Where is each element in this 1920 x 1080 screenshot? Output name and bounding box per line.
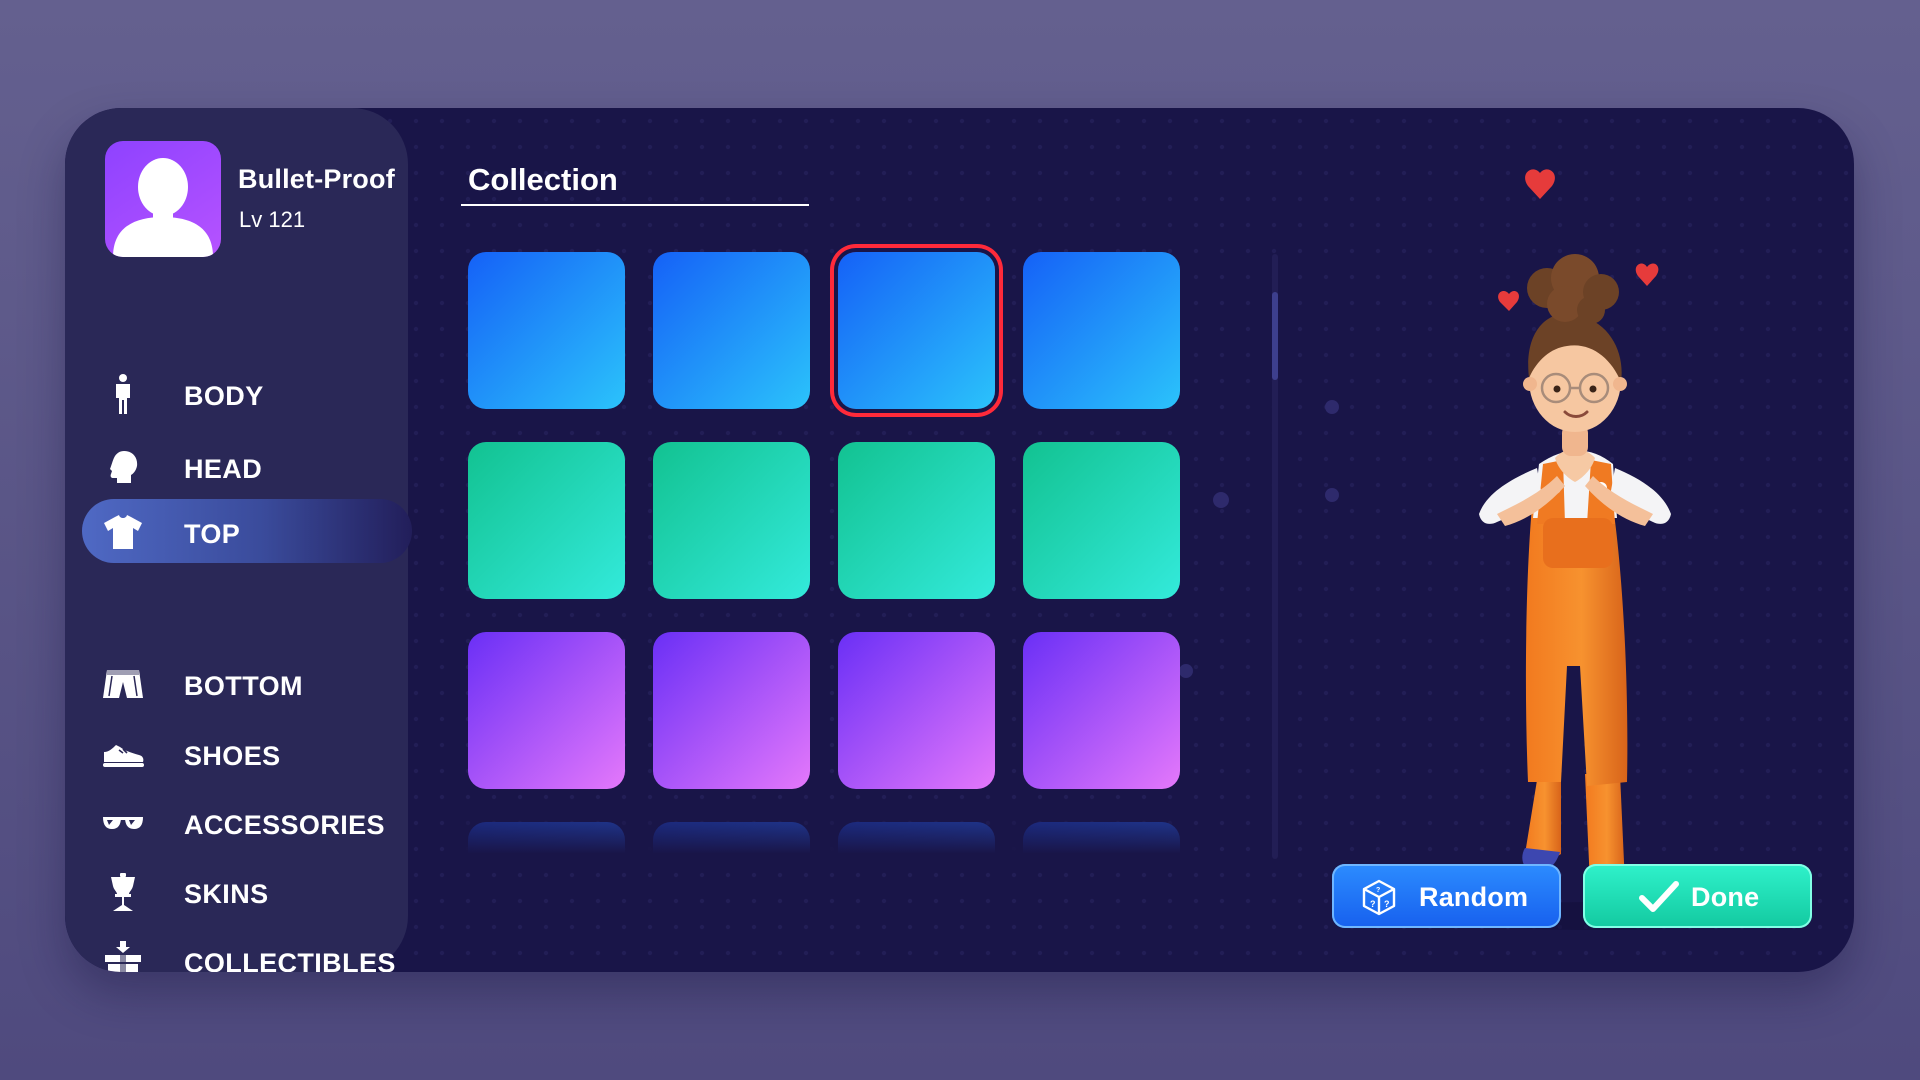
shoe-icon xyxy=(103,745,144,767)
gift-box-icon xyxy=(105,941,141,972)
collection-grid[interactable] xyxy=(445,242,1185,860)
scrollbar-thumb[interactable] xyxy=(1272,292,1278,380)
nav-label-shoes: SHOES xyxy=(184,741,281,771)
nav-item-skins[interactable]: SKINS xyxy=(65,862,408,922)
collection-tile[interactable] xyxy=(653,442,810,599)
scrollbar-track[interactable] xyxy=(1272,254,1278,859)
user-silhouette-icon xyxy=(113,158,213,257)
tshirt-icon xyxy=(104,515,142,549)
background-dot xyxy=(1325,488,1339,502)
nav-label-collectibles: COLLECTIBLES xyxy=(184,948,396,972)
svg-text:?: ? xyxy=(1370,899,1376,909)
nav-label-top: TOP xyxy=(184,519,241,549)
collection-tile[interactable] xyxy=(838,632,995,789)
svg-text:?: ? xyxy=(1376,887,1380,894)
collection-tile[interactable] xyxy=(1023,252,1180,409)
customization-panel: Bullet-Proof Lv 121 BODY HEAD TOP BOTTOM… xyxy=(65,108,1854,972)
nav-item-bottom[interactable]: BOTTOM xyxy=(65,654,408,714)
nav-item-accessories[interactable]: ACCESSORIES xyxy=(65,793,408,853)
background-dot xyxy=(1213,492,1229,508)
random-button[interactable]: ? ? ? Random xyxy=(1332,864,1561,928)
nav-item-head[interactable]: HEAD xyxy=(65,437,408,497)
collection-tile[interactable] xyxy=(468,822,625,860)
shorts-icon xyxy=(103,670,143,698)
dice-box-icon: ? ? ? xyxy=(1362,879,1396,916)
nav-label-accessories: ACCESSORIES xyxy=(184,810,385,840)
collection-tile[interactable] xyxy=(1023,822,1180,860)
checkmark-icon xyxy=(1639,881,1679,912)
done-button-label: Done xyxy=(1691,882,1760,912)
mannequin-icon xyxy=(111,873,135,911)
nav-label-skins: SKINS xyxy=(184,879,269,909)
collection-title: Collection xyxy=(468,162,618,197)
collection-tile[interactable] xyxy=(653,252,810,409)
done-button[interactable]: Done xyxy=(1583,864,1812,928)
head-icon xyxy=(110,451,138,483)
nav-item-body[interactable]: BODY xyxy=(65,364,408,424)
collection-tile[interactable] xyxy=(838,252,995,409)
nav-item-shoes[interactable]: SHOES xyxy=(65,724,408,784)
collection-tile[interactable] xyxy=(838,822,995,860)
body-figure-icon xyxy=(116,374,130,414)
random-button-label: Random xyxy=(1419,882,1529,912)
collection-tile[interactable] xyxy=(468,632,625,789)
player-name: Bullet-Proof xyxy=(238,164,395,194)
title-underline xyxy=(461,204,809,206)
nav-label-bottom: BOTTOM xyxy=(184,671,303,701)
nav-item-top[interactable]: TOP xyxy=(65,499,412,563)
collection-tile[interactable] xyxy=(468,442,625,599)
collection-tile[interactable] xyxy=(468,252,625,409)
player-level: Lv 121 xyxy=(239,207,306,232)
avatar[interactable] xyxy=(105,141,221,257)
nav-item-collectibles[interactable]: COLLECTIBLES xyxy=(65,931,408,972)
svg-text:?: ? xyxy=(1384,899,1390,909)
background-dot xyxy=(1325,400,1339,414)
nav-label-body: BODY xyxy=(184,381,264,411)
collection-tile[interactable] xyxy=(653,822,810,860)
sunglasses-icon xyxy=(103,817,143,829)
collection-tile[interactable] xyxy=(838,442,995,599)
collection-tile[interactable] xyxy=(1023,442,1180,599)
collection-tile[interactable] xyxy=(653,632,810,789)
sidebar: Bullet-Proof Lv 121 BODY HEAD TOP BOTTOM… xyxy=(65,108,412,972)
character-preview[interactable] xyxy=(1415,146,1775,946)
collection-tile[interactable] xyxy=(1023,632,1180,789)
nav-label-head: HEAD xyxy=(184,454,263,484)
